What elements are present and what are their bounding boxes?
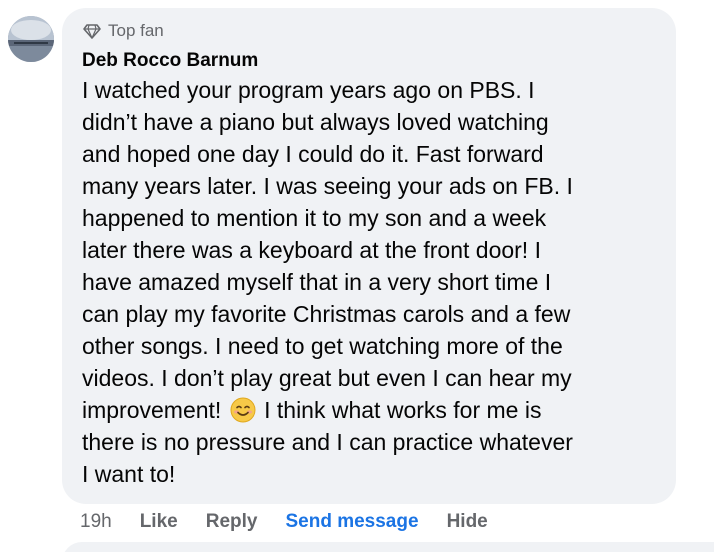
send-message-button[interactable]: Send message (285, 511, 418, 533)
next-comment-bubble (62, 542, 714, 552)
comment-fragment: I think what works for me is (264, 397, 542, 423)
hide-button[interactable]: Hide (447, 511, 488, 533)
comment-text: I watched your program years ago on PBS.… (82, 74, 672, 490)
comment-line-with-emoji: improvement! I think what works for me i… (82, 394, 672, 426)
comment-line: and hoped one day I could do it. Fast fo… (82, 141, 544, 167)
badge-label: Top fan (108, 21, 164, 40)
comment-line: I want to! (82, 461, 176, 487)
comment-line: didn’t have a piano but always loved wat… (82, 109, 549, 135)
comment-line: there is no pressure and I can practice … (82, 429, 573, 455)
comment-line: later there was a keyboard at the front … (82, 237, 541, 263)
timestamp[interactable]: 19h (80, 511, 112, 533)
comment-actions: 19h Like Reply Send message Hide (80, 508, 488, 536)
comment-line: many years later. I was seeing your ads … (82, 173, 573, 199)
comment-line: can play my favorite Christmas carols an… (82, 301, 571, 327)
comment-thread: Top fan Deb Rocco Barnum I watched your … (0, 0, 714, 552)
comment-line: happened to mention it to my son and a w… (82, 205, 547, 231)
diamond-icon (83, 24, 101, 39)
top-fan-badge: Top fan (82, 20, 164, 42)
comment-fragment: improvement! (82, 397, 222, 423)
comment-author[interactable]: Deb Rocco Barnum (82, 50, 258, 72)
reply-button[interactable]: Reply (206, 511, 258, 533)
avatar[interactable] (8, 16, 54, 62)
comment-line: videos. I don’t play great but even I ca… (82, 365, 572, 391)
comment-line: I watched your program years ago on PBS.… (82, 77, 535, 103)
comment-line: have amazed myself that in a very short … (82, 269, 552, 295)
comment-line: other songs. I need to get watching more… (82, 333, 563, 359)
smiling-face-emoji-icon (230, 397, 256, 423)
like-button[interactable]: Like (140, 511, 178, 533)
